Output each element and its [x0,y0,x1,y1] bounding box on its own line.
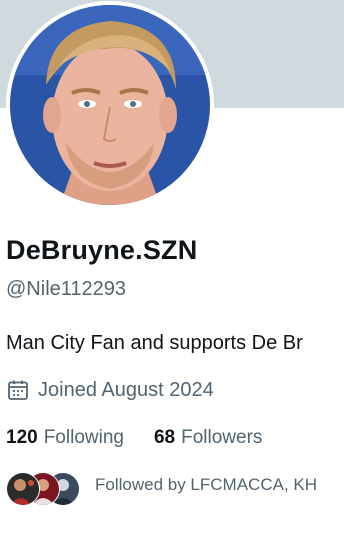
follower-avatar [6,472,40,506]
profile-avatar[interactable] [10,5,210,205]
display-name: DeBruyne.SZN [6,235,198,265]
joined-date: Joined August 2024 [6,377,214,403]
user-handle: @Nile112293 [6,278,127,300]
following-label: Following [43,427,124,448]
avatar-photo [10,5,210,205]
following-link[interactable]: 120 Following [6,427,124,449]
profile-bio: Man City Fan and supports De Br [6,332,303,354]
following-count: 120 [6,427,38,448]
joined-text: Joined August 2024 [38,378,214,401]
calendar-icon [8,380,28,400]
followers-count: 68 [153,427,176,448]
follow-stats: 120 Following 68 Followers [6,427,262,449]
followed-by-text: Followed by LFCMACCA, KH [95,475,318,494]
followers-link[interactable]: 68 Followers [154,427,262,449]
followers-label: Followers [181,427,263,448]
followers-you-know[interactable]: Followed by LFCMACCA, KH [6,470,344,506]
